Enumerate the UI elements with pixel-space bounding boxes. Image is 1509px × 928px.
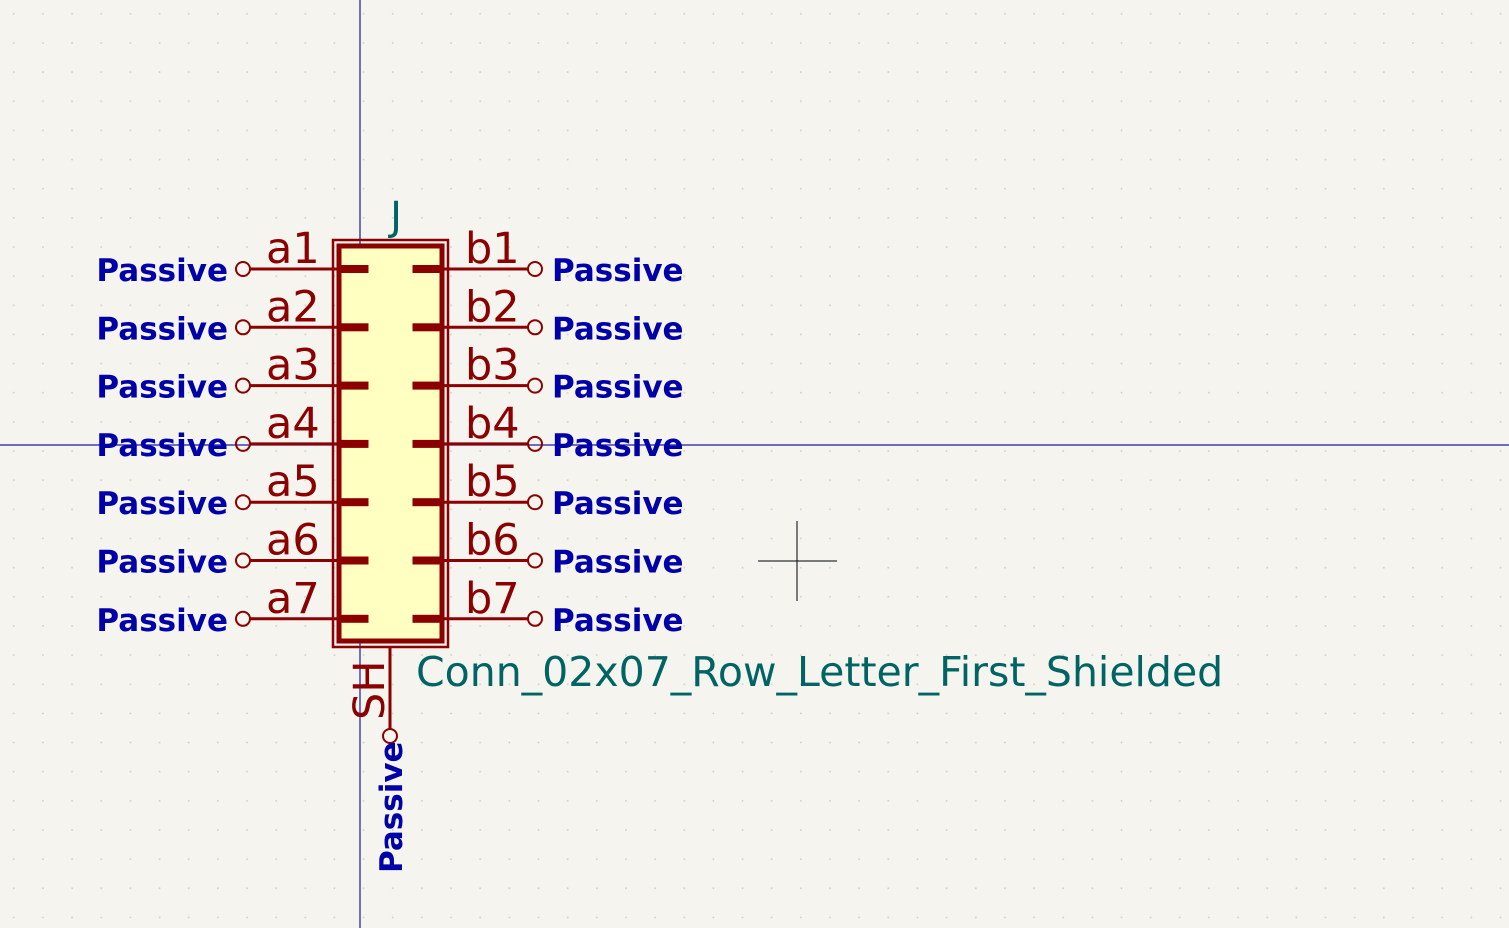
pin-type: Passive (96, 603, 228, 639)
pin-name: b5 (465, 457, 520, 507)
contact-stub (341, 498, 369, 507)
pin-type: Passive (96, 486, 228, 522)
pin-name: b4 (465, 399, 520, 449)
contact-stub (341, 265, 369, 273)
pin-name: a3 (266, 341, 320, 391)
pin-type: Passive (96, 428, 228, 464)
contact-stub (412, 323, 440, 332)
contact-stub (412, 265, 440, 273)
pin-type: Passive (96, 545, 228, 581)
contact-stub (412, 614, 440, 623)
pin-type: Passive (552, 311, 684, 347)
contact-stub (341, 323, 369, 332)
contact-stub (341, 614, 369, 623)
pin-name: a7 (266, 574, 320, 624)
contact-stub (412, 556, 440, 565)
pin-name: b2 (465, 282, 520, 332)
pin-name: b3 (465, 341, 520, 391)
pin-type: Passive (552, 545, 684, 581)
pin-name: a2 (266, 282, 320, 332)
pin-type: Passive (552, 603, 684, 639)
pin-type: Passive (552, 253, 684, 289)
shield-pin-name: SH (345, 660, 395, 720)
pin-name: a6 (266, 516, 320, 566)
reference-designator[interactable]: J (387, 194, 402, 240)
contact-stub (412, 381, 440, 390)
pin-name: b1 (465, 224, 520, 274)
pin-name: a5 (266, 457, 320, 507)
pin-type: Passive (552, 428, 684, 464)
pin-name: b7 (465, 574, 520, 624)
pin-name: a1 (266, 224, 320, 274)
pin-name: a4 (266, 399, 320, 449)
pin-type: Passive (552, 370, 684, 406)
contact-stub (412, 498, 440, 507)
symbol-value[interactable]: Conn_02x07_Row_Letter_First_Shielded (416, 648, 1223, 696)
contact-stub (341, 439, 369, 448)
contact-stub (412, 439, 440, 448)
pin-type: Passive (552, 486, 684, 522)
contact-stub (341, 381, 369, 390)
pin-type: Passive (96, 370, 228, 406)
pin-type: Passive (96, 253, 228, 289)
grid-background (0, 0, 1509, 928)
pin-type: Passive (96, 311, 228, 347)
contact-stub (341, 556, 369, 565)
schematic-canvas[interactable]: J Conn_02x07_Row_Letter_First_Shielded a… (0, 0, 1509, 928)
pin-name: b6 (465, 516, 520, 566)
shield-pin-type: Passive (374, 741, 410, 873)
